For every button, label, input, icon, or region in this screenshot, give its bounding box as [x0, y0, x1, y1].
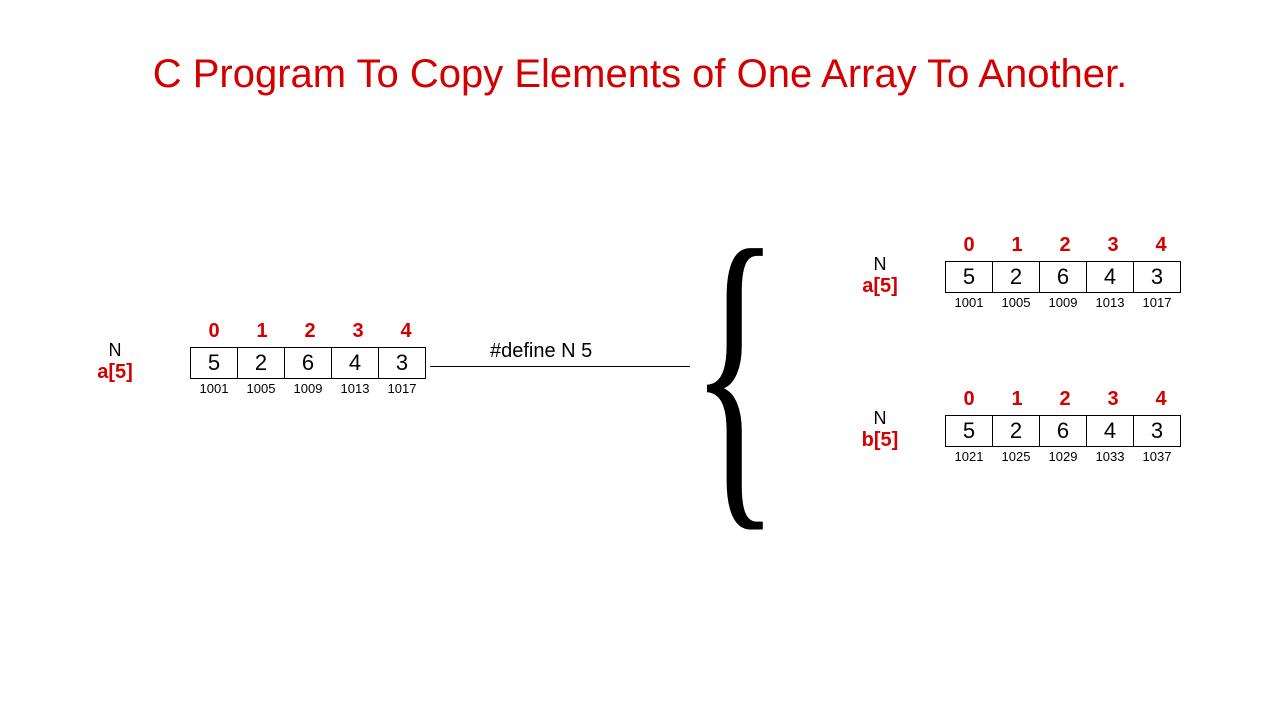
index-cell: 0	[945, 388, 993, 411]
index-cell: 2	[1041, 234, 1089, 257]
right-top-array-name: a[5]	[850, 275, 910, 298]
right-bottom-n-label: N	[850, 408, 910, 429]
address-cell: 1017	[378, 381, 426, 396]
value-cell: 2	[992, 415, 1040, 447]
index-cell: 1	[238, 320, 286, 343]
address-cell: 1029	[1039, 449, 1087, 464]
value-cell: 6	[1039, 261, 1087, 293]
address-cell: 1033	[1086, 449, 1134, 464]
value-cell: 6	[1039, 415, 1087, 447]
address-cell: 1001	[190, 381, 238, 396]
index-cell: 2	[1041, 388, 1089, 411]
address-cell: 1009	[284, 381, 332, 396]
index-cell: 4	[1137, 388, 1185, 411]
left-address-row: 1001 1005 1009 1013 1017	[190, 381, 430, 396]
address-cell: 1025	[992, 449, 1040, 464]
index-cell: 3	[334, 320, 382, 343]
left-value-row: 5 2 6 4 3	[190, 347, 430, 379]
right-top-address-row: 1001 1005 1009 1013 1017	[945, 295, 1185, 310]
value-cell: 3	[378, 347, 426, 379]
address-cell: 1017	[1133, 295, 1181, 310]
curly-brace: {	[690, 200, 780, 540]
index-cell: 4	[382, 320, 430, 343]
left-index-row: 0 1 2 3 4	[190, 320, 430, 343]
value-cell: 5	[945, 261, 993, 293]
value-cell: 5	[945, 415, 993, 447]
index-cell: 2	[286, 320, 334, 343]
address-cell: 1013	[331, 381, 379, 396]
right-bottom-index-row: 0 1 2 3 4	[945, 388, 1185, 411]
index-cell: 1	[993, 388, 1041, 411]
connector-line	[430, 366, 690, 367]
right-bottom-array-name: b[5]	[850, 429, 910, 452]
left-array-label: N a[5]	[85, 340, 145, 384]
right-top-array-table: 0 1 2 3 4 5 2 6 4 3 1001 1005 1009 1013 …	[945, 234, 1185, 310]
right-top-index-row: 0 1 2 3 4	[945, 234, 1185, 257]
value-cell: 3	[1133, 261, 1181, 293]
right-top-n-label: N	[850, 254, 910, 275]
index-cell: 3	[1089, 388, 1137, 411]
page-title: C Program To Copy Elements of One Array …	[0, 52, 1280, 97]
left-array-table: 0 1 2 3 4 5 2 6 4 3 1001 1005 1009 1013 …	[190, 320, 430, 396]
address-cell: 1005	[992, 295, 1040, 310]
index-cell: 0	[945, 234, 993, 257]
right-bottom-array-label: N b[5]	[850, 408, 910, 452]
index-cell: 4	[1137, 234, 1185, 257]
value-cell: 4	[331, 347, 379, 379]
address-cell: 1037	[1133, 449, 1181, 464]
value-cell: 6	[284, 347, 332, 379]
right-top-array-label: N a[5]	[850, 254, 910, 298]
right-bottom-value-row: 5 2 6 4 3	[945, 415, 1185, 447]
define-macro-text: #define N 5	[490, 340, 592, 363]
right-bottom-address-row: 1021 1025 1029 1033 1037	[945, 449, 1185, 464]
right-bottom-array-table: 0 1 2 3 4 5 2 6 4 3 1021 1025 1029 1033 …	[945, 388, 1185, 464]
right-top-value-row: 5 2 6 4 3	[945, 261, 1185, 293]
index-cell: 0	[190, 320, 238, 343]
index-cell: 1	[993, 234, 1041, 257]
address-cell: 1005	[237, 381, 285, 396]
address-cell: 1001	[945, 295, 993, 310]
left-n-label: N	[85, 340, 145, 361]
address-cell: 1021	[945, 449, 993, 464]
left-array-name: a[5]	[85, 361, 145, 384]
value-cell: 2	[237, 347, 285, 379]
value-cell: 2	[992, 261, 1040, 293]
index-cell: 3	[1089, 234, 1137, 257]
value-cell: 5	[190, 347, 238, 379]
value-cell: 3	[1133, 415, 1181, 447]
address-cell: 1009	[1039, 295, 1087, 310]
value-cell: 4	[1086, 261, 1134, 293]
value-cell: 4	[1086, 415, 1134, 447]
address-cell: 1013	[1086, 295, 1134, 310]
